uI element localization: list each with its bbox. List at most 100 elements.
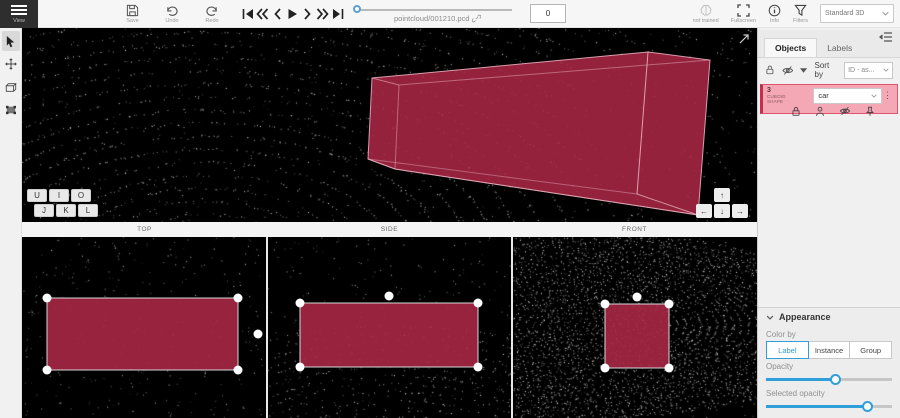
resize-handle[interactable] [601,364,610,373]
key-l[interactable]: L [78,204,98,217]
redo-icon [205,4,219,17]
nav-up-button[interactable]: ↑ [714,188,730,202]
sort-by-label: Sort by [815,61,838,79]
resize-handle[interactable] [234,294,243,303]
resize-handle[interactable] [473,363,482,372]
key-o[interactable]: O [71,189,91,202]
frame-number-input[interactable] [530,4,566,23]
main-menu-button[interactable]: View [0,0,38,28]
play-button[interactable] [286,6,299,22]
object-class-value: car [818,91,828,100]
cuboid-tool-button[interactable] [2,77,20,97]
cuboid-annotation[interactable] [368,52,710,215]
previous-frame-button[interactable] [271,6,284,22]
front-view-panel[interactable] [513,237,757,418]
info-button[interactable]: Info [768,0,781,28]
selected-opacity-slider[interactable] [766,400,892,413]
smart-cuboid-tool-button[interactable] [2,100,20,120]
resize-handle[interactable] [665,364,674,373]
object-row-menu-button[interactable]: ⋮ [882,91,893,100]
slider-knob[interactable] [862,401,873,412]
resize-handle[interactable] [43,294,52,303]
resize-handle[interactable] [665,300,674,309]
opacity-slider[interactable] [766,373,892,386]
resize-handle[interactable] [473,299,482,308]
pan-tool-button[interactable] [2,54,20,74]
nav-right-button[interactable]: → [732,204,748,218]
save-icon [126,4,139,17]
object-class-dropdown[interactable]: car [813,88,882,104]
tab-objects[interactable]: Objects [764,38,817,57]
next-frame-button[interactable] [301,6,314,22]
key-k[interactable]: K [56,204,76,217]
previous-frame-icon [273,8,282,20]
appearance-header[interactable]: Appearance [758,308,900,326]
save-button[interactable]: Save [126,0,139,28]
rotate-handle[interactable] [384,292,393,301]
key-j[interactable]: J [34,204,54,217]
resize-handle[interactable] [295,299,304,308]
redo-button[interactable]: Redo [205,0,219,28]
bbox-front-view[interactable] [605,304,669,368]
lock-icon[interactable] [765,64,775,76]
skip-to-end-button[interactable] [331,6,344,22]
collapse-panel-button[interactable] [879,31,893,43]
filters-label: Filters [793,18,808,24]
objects-filter-row: Sort by ID - as... [758,58,900,82]
bbox-top-view[interactable] [47,298,238,370]
color-by-instance-option[interactable]: Instance [808,341,851,359]
expand-view-button[interactable] [738,33,750,45]
cuboid-icon [5,82,17,93]
slider-fill [766,378,835,381]
resize-handle[interactable] [295,363,304,372]
object-id-block: 3 CUBOID SHAPE [767,87,799,104]
fast-backward-button[interactable] [256,6,269,22]
side-view-panel[interactable] [268,237,512,418]
key-i[interactable]: I [49,189,69,202]
chevron-down-icon [882,11,889,16]
info-icon [768,4,781,17]
skip-to-start-icon [242,8,254,20]
color-by-group-option[interactable]: Group [849,341,892,359]
top-view-panel[interactable] [22,237,266,418]
caret-down-icon[interactable] [800,68,807,73]
fast-forward-button[interactable] [316,6,329,22]
frame-timeline: pointcloud/001210.pcd [354,3,512,25]
eye-off-icon[interactable] [782,65,794,76]
not-trained-button[interactable]: not trained [693,0,719,28]
slider-knob[interactable] [830,374,841,385]
link-icon[interactable] [472,14,481,23]
sort-dropdown[interactable]: ID - as... [844,62,893,79]
tab-labels[interactable]: Labels [817,39,862,57]
select-tool-button[interactable] [2,31,20,51]
resize-handle[interactable] [601,300,610,309]
layout-dropdown[interactable]: Standard 3D [820,4,894,23]
lock-icon[interactable] [791,106,801,117]
key-u[interactable]: U [27,189,47,202]
rotate-handle[interactable] [633,293,642,302]
undo-button[interactable]: Undo [165,0,179,28]
rotate-handle[interactable] [254,330,263,339]
pin-icon[interactable] [865,106,875,117]
object-list-item-selected[interactable]: 3 CUBOID SHAPE car ⋮ [760,84,898,114]
skip-to-start-button[interactable] [241,6,254,22]
assignee-icon[interactable] [815,106,825,117]
fullscreen-icon [737,4,750,17]
resize-handle[interactable] [234,366,243,375]
timeline-knob[interactable] [353,5,361,13]
chevron-down-icon [766,315,774,320]
main-3d-viewport[interactable]: U I O J K L ↑ ← ↓ → [22,28,757,222]
fullscreen-button[interactable]: Fullscreen [731,0,756,28]
layout-dropdown-value: Standard 3D [825,10,864,17]
resize-handle[interactable] [43,366,52,375]
nav-left-button[interactable]: ← [696,204,712,218]
ortho-view-panels [22,237,757,418]
color-by-label-option[interactable]: Label [766,341,809,359]
nav-down-button[interactable]: ↓ [714,204,730,218]
eye-off-icon[interactable] [839,106,851,116]
timeline-track[interactable] [354,9,512,11]
fast-forward-icon [316,8,329,20]
bbox-side-view[interactable] [300,303,478,367]
filters-button[interactable]: Filters [793,0,808,28]
info-label: Info [770,18,779,24]
